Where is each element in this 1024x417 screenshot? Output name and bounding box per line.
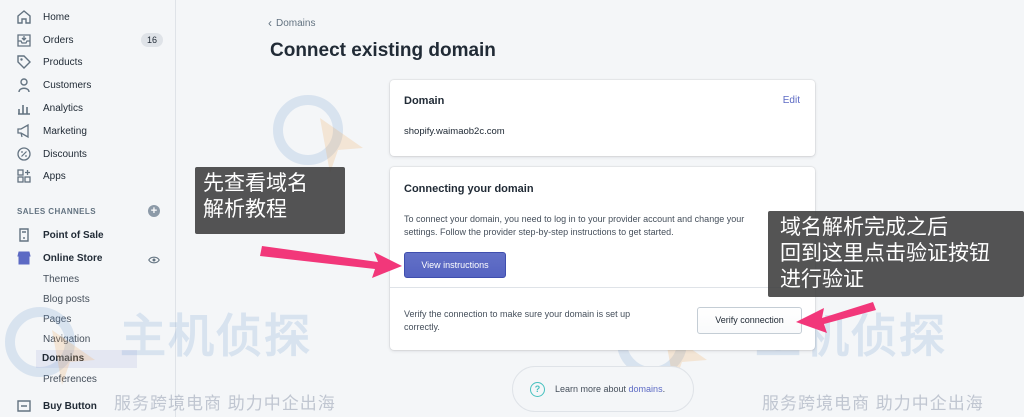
sidebar-item-label: Customers — [43, 79, 92, 91]
sidebar: Home Orders 16 Products Customers Analyt… — [0, 0, 176, 417]
sidebar-item-label: Online Store — [43, 252, 103, 264]
annotation-view-tutorial: 先查看域名 解析教程 — [195, 167, 345, 234]
sidebar-item-marketing[interactable]: Marketing — [0, 120, 176, 142]
card-divider — [390, 287, 815, 288]
connect-description-line-1: To connect your domain, you need to log … — [404, 214, 745, 224]
orders-count-badge: 16 — [141, 33, 163, 47]
domain-value: shopify.waimaob2c.com — [404, 126, 505, 137]
domains-help-link[interactable]: domains — [629, 384, 663, 394]
chevron-left-icon: ‹ — [268, 16, 272, 30]
verify-text-line-2: correctly. — [404, 322, 440, 332]
sidebar-sub-blog-posts[interactable]: Blog posts — [43, 294, 90, 305]
connect-domain-card: Connecting your domain To connect your d… — [390, 167, 815, 350]
sidebar-item-home[interactable]: Home — [0, 6, 176, 28]
sidebar-item-label: Buy Button — [43, 400, 97, 412]
buy-button-icon — [16, 398, 32, 414]
discount-icon — [16, 146, 32, 162]
arrow-to-view-instructions — [260, 246, 402, 278]
breadcrumb[interactable]: ‹ Domains — [268, 16, 315, 30]
sidebar-sub-pages[interactable]: Pages — [43, 314, 71, 325]
breadcrumb-domains[interactable]: Domains — [276, 18, 315, 29]
person-icon — [16, 77, 32, 93]
sales-channels-heading: SALES CHANNELS — [17, 207, 96, 216]
bar-chart-icon — [16, 100, 32, 116]
megaphone-icon — [16, 123, 32, 139]
orders-icon — [16, 32, 32, 48]
domain-card-title: Domain — [404, 95, 445, 107]
sidebar-sub-preferences[interactable]: Preferences — [43, 374, 97, 385]
watermark-slogan-bottom-right: 服务跨境电商 助力中企出海 — [762, 394, 984, 413]
annotation-left-line-2: 解析教程 — [203, 198, 287, 221]
add-channel-plus-icon[interactable]: + — [148, 205, 160, 217]
help-suffix: . — [662, 384, 666, 394]
sidebar-item-label: Discounts — [43, 148, 87, 160]
verify-connection-button[interactable]: Verify connection — [697, 307, 802, 334]
sidebar-item-customers[interactable]: Customers — [0, 74, 176, 96]
domain-card: Domain Edit shopify.waimaob2c.com — [390, 80, 815, 156]
sidebar-item-label: Apps — [43, 170, 66, 182]
help-prefix: Learn more about — [555, 384, 629, 394]
home-icon — [16, 9, 32, 25]
sidebar-item-label: Marketing — [43, 125, 87, 137]
tag-icon — [16, 54, 32, 70]
annotation-right-line-3: 进行验证 — [780, 268, 864, 291]
help-text: Learn more about domains. — [555, 384, 665, 394]
online-store-icon — [16, 250, 32, 266]
watermark-logo-icon — [273, 95, 363, 173]
sidebar-sub-navigation[interactable]: Navigation — [43, 334, 90, 345]
edit-domain-link[interactable]: Edit — [783, 95, 800, 106]
help-footer: ? Learn more about domains. — [512, 366, 694, 412]
sidebar-item-label: Home — [43, 11, 70, 23]
page-title: Connect existing domain — [270, 40, 496, 61]
verify-text-line-1: Verify the connection to make sure your … — [404, 309, 631, 319]
sidebar-item-products[interactable]: Products — [0, 51, 176, 73]
sidebar-item-buy-button[interactable]: Buy Button — [0, 395, 176, 417]
annotation-left-line-1: 先查看域名 — [203, 172, 308, 195]
sidebar-item-point-of-sale[interactable]: Point of Sale — [0, 224, 176, 246]
sidebar-sub-domains[interactable]: Domains — [36, 350, 137, 368]
sidebar-item-label: Orders — [43, 34, 74, 46]
connect-description-line-2: settings. Follow the provider step-by-st… — [404, 227, 674, 237]
sidebar-item-orders[interactable]: Orders 16 — [0, 29, 176, 51]
question-circle-icon: ? — [530, 382, 545, 397]
annotation-verify-hint: 域名解析完成之后 回到这里点击验证按钮 进行验证 — [768, 211, 1024, 297]
sidebar-item-apps[interactable]: Apps — [0, 165, 176, 187]
annotation-right-line-1: 域名解析完成之后 — [780, 216, 948, 239]
sidebar-item-label: Products — [43, 56, 83, 68]
view-instructions-button[interactable]: View instructions — [404, 252, 506, 278]
sidebar-sub-themes[interactable]: Themes — [43, 274, 79, 285]
eye-icon[interactable] — [148, 253, 160, 265]
sidebar-item-label: Analytics — [43, 102, 84, 114]
sidebar-item-label: Point of Sale — [43, 229, 104, 241]
store-icon — [16, 227, 32, 243]
sidebar-item-discounts[interactable]: Discounts — [0, 143, 176, 165]
annotation-right-line-2: 回到这里点击验证按钮 — [780, 242, 990, 265]
apps-icon — [16, 168, 32, 184]
sidebar-item-analytics[interactable]: Analytics — [0, 97, 176, 119]
connect-card-title: Connecting your domain — [404, 183, 534, 195]
